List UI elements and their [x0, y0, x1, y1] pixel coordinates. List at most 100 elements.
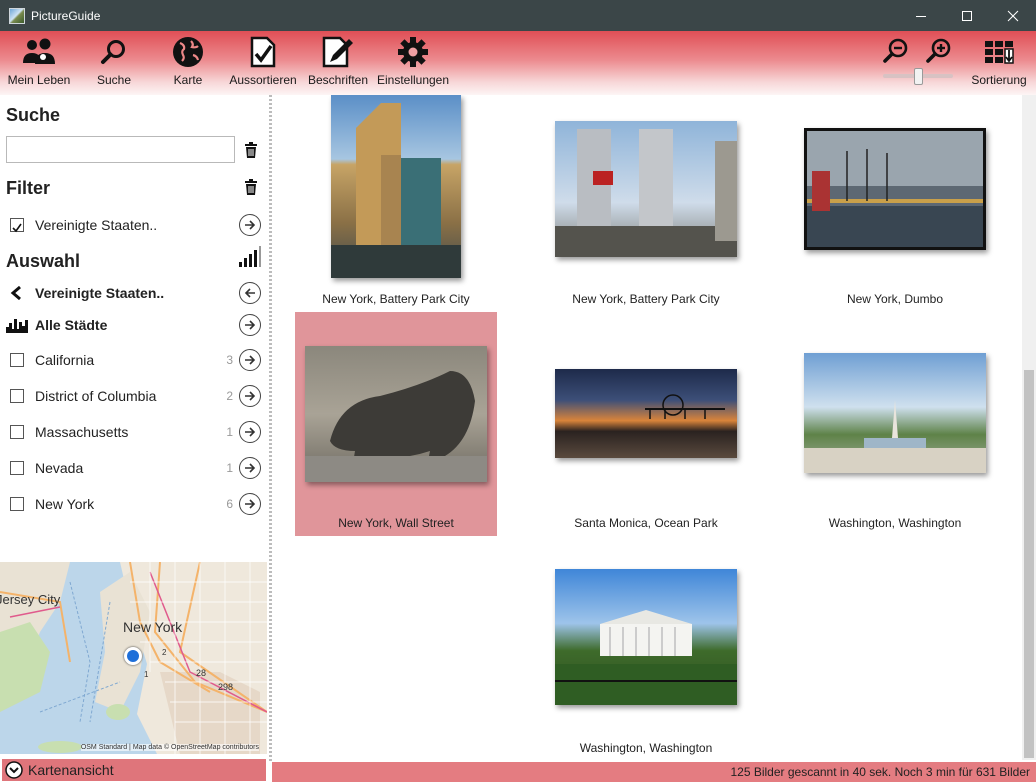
arrow-right-icon [245, 499, 256, 509]
map-view[interactable]: Jersey City New York 1 2 28 298 OSM Stan… [0, 562, 267, 754]
zoom-out-icon [883, 38, 908, 63]
toolbar: Mein Leben Suche Karte Aussortieren Besc… [0, 31, 1036, 95]
close-button[interactable] [990, 0, 1036, 31]
selection-all-item[interactable]: Alle Städte [0, 310, 270, 340]
photo-tile[interactable]: New York, Battery Park City [295, 95, 497, 312]
maximize-button[interactable] [944, 0, 990, 31]
filter-checkbox[interactable] [10, 218, 24, 233]
photo-tile[interactable]: New York, Battery Park City [545, 95, 747, 312]
photo-thumbnail[interactable] [555, 369, 737, 458]
photo-tile[interactable]: New York, Dumbo [794, 95, 996, 312]
zoom-slider-thumb[interactable] [914, 68, 923, 85]
search-icon [101, 40, 125, 64]
photo-tile-selected[interactable]: New York, Wall Street [295, 312, 497, 536]
state-item-nevada[interactable]: Nevada 1 [0, 453, 270, 483]
photo-caption: New York, Battery Park City [322, 292, 470, 306]
state-checkbox[interactable] [10, 389, 24, 403]
photo-caption: New York, Wall Street [338, 516, 454, 530]
toolbar-label: Mein Leben [7, 73, 71, 87]
photo-caption: Washington, Washington [828, 516, 962, 530]
photo-caption: Santa Monica, Ocean Park [574, 516, 718, 530]
photo-tile[interactable]: Washington, Washington [545, 536, 747, 760]
clear-search-trash-icon[interactable] [244, 142, 258, 158]
photo-grid: New York, Battery Park City New York, Ba… [272, 95, 1022, 760]
app-icon [9, 7, 25, 24]
state-forward-button[interactable] [239, 457, 261, 479]
state-checkbox[interactable] [10, 425, 24, 439]
map-label-road-28: 28 [196, 668, 207, 678]
photo-thumbnail[interactable] [555, 569, 737, 705]
toolbar-label: Einstellungen [376, 73, 450, 87]
toolbar-button-sortierung[interactable]: Sortierung [968, 31, 1030, 95]
state-checkbox[interactable] [10, 353, 24, 367]
state-label: District of Columbia [35, 388, 157, 404]
globe-icon [173, 37, 203, 67]
zoom-in-button[interactable] [925, 37, 953, 65]
photo-thumbnail[interactable] [804, 128, 986, 250]
state-label: New York [35, 496, 95, 512]
arrow-left-icon [244, 288, 255, 298]
toolbar-button-einstellungen[interactable]: Einstellungen [376, 31, 450, 95]
people-icon [23, 38, 55, 64]
location-marker-icon[interactable] [124, 647, 142, 665]
toolbar-button-mein-leben[interactable]: Mein Leben [6, 31, 72, 95]
state-count: 1 [226, 425, 233, 439]
toolbar-label: Karte [173, 73, 203, 87]
toolbar-button-beschriften[interactable]: Beschriften [305, 31, 371, 95]
toolbar-button-karte[interactable]: Karte [165, 31, 211, 95]
selection-all-forward-button[interactable] [239, 314, 261, 336]
state-checkbox[interactable] [10, 497, 24, 511]
photo-thumbnail[interactable] [305, 346, 487, 482]
map-attribution[interactable]: OSM Standard | Map data © OpenStreetMap … [80, 744, 259, 751]
state-forward-button[interactable] [239, 385, 261, 407]
selection-back-button[interactable] [239, 282, 261, 304]
gear-icon [398, 37, 428, 67]
document-check-icon [250, 36, 276, 68]
search-heading: Suche [6, 105, 61, 125]
state-count: 1 [226, 461, 233, 475]
arrow-right-icon [245, 427, 256, 437]
chevron-left-icon [10, 286, 21, 300]
photo-thumbnail[interactable] [331, 95, 461, 278]
photo-caption: Washington, Washington [579, 741, 713, 755]
document-pencil-icon [322, 36, 353, 68]
city-skyline-icon [6, 319, 28, 333]
clear-filter-trash-icon[interactable] [244, 179, 258, 195]
filter-item[interactable]: Vereinigte Staaten.. [0, 210, 270, 240]
state-forward-button[interactable] [239, 493, 261, 515]
photo-tile[interactable]: Washington, Washington [794, 312, 996, 536]
toolbar-button-aussortieren[interactable]: Aussortieren [228, 31, 298, 95]
sort-grid-icon [985, 41, 1014, 64]
toolbar-label: Beschriften [307, 73, 369, 87]
map-label-new-york: New York [123, 619, 183, 635]
state-item-new-york[interactable]: New York 6 [0, 489, 270, 519]
toolbar-button-suche[interactable]: Suche [91, 31, 137, 95]
zoom-out-button[interactable] [882, 37, 910, 65]
state-item-district-of-columbia[interactable]: District of Columbia 2 [0, 381, 270, 411]
photo-tile[interactable]: Santa Monica, Ocean Park [545, 312, 747, 536]
filter-item-label: Vereinigte Staaten.. [35, 217, 158, 233]
map-view-toggle[interactable]: Kartenansicht [2, 759, 266, 781]
zoom-in-icon [926, 38, 951, 63]
photo-thumbnail[interactable] [804, 353, 986, 473]
minimize-button[interactable] [898, 0, 944, 31]
photo-thumbnail[interactable] [555, 121, 737, 257]
state-forward-button[interactable] [239, 349, 261, 371]
search-input[interactable] [6, 136, 235, 163]
minimize-icon [916, 15, 926, 17]
map-label-road-1: 1 [144, 670, 149, 679]
state-checkbox[interactable] [10, 461, 24, 475]
sidebar: Suche Filter Vereinigte Staaten.. Auswah… [0, 95, 270, 782]
selection-back-item[interactable]: Vereinigte Staaten.. [0, 278, 270, 308]
state-label: Massachusetts [35, 424, 129, 440]
state-item-massachusetts[interactable]: Massachusetts 1 [0, 417, 270, 447]
arrow-right-icon [245, 320, 256, 330]
grid-scrollbar-thumb[interactable] [1024, 370, 1034, 758]
state-item-california[interactable]: California 3 [0, 345, 270, 375]
map-label-road-298: 298 [218, 682, 234, 692]
filter-item-forward-button[interactable] [239, 214, 261, 236]
arrow-right-icon [245, 220, 256, 230]
state-forward-button[interactable] [239, 421, 261, 443]
state-count: 6 [226, 497, 233, 511]
toolbar-label: Suche [96, 73, 132, 87]
